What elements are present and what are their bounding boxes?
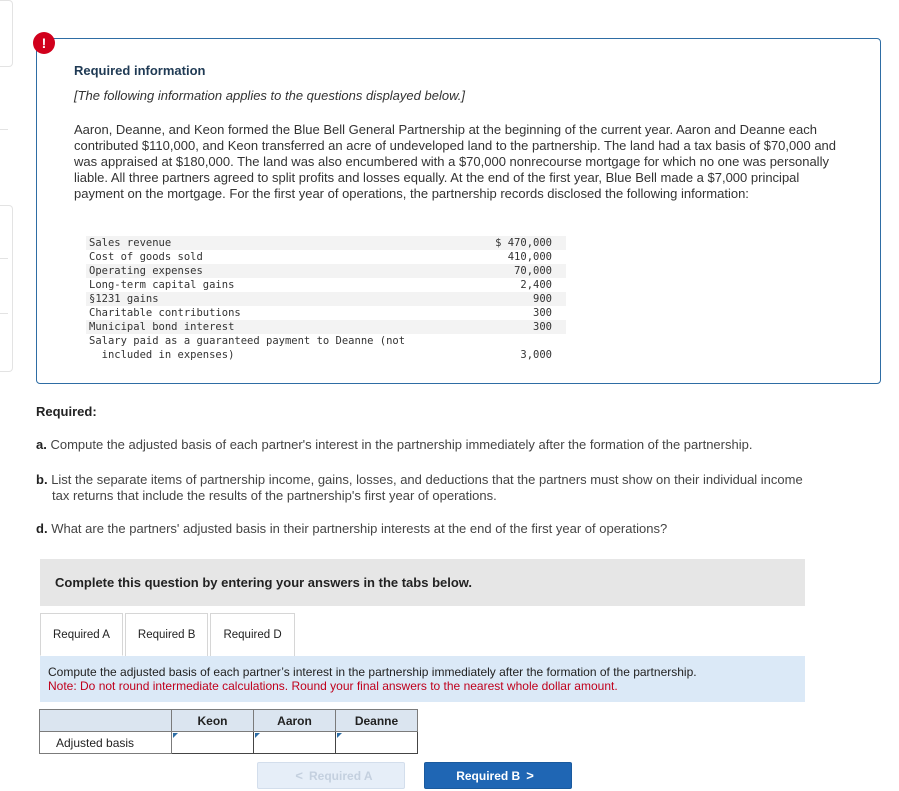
- next-button-label: Required B: [456, 768, 521, 783]
- divider: [0, 129, 8, 130]
- deanne-basis-input[interactable]: [336, 732, 417, 753]
- header-blank: [39, 709, 172, 732]
- header-keon: Keon: [171, 709, 254, 732]
- deanne-basis-cell: [335, 731, 418, 754]
- table-row: Charitable contributions 300: [86, 306, 566, 320]
- table-row: Operating expenses 70,000: [86, 264, 566, 278]
- row-value: 2,400: [520, 279, 552, 291]
- tab-bar: Required A Required B Required D: [40, 613, 297, 656]
- requirement-text: List the separate items of partnership i…: [51, 472, 803, 487]
- row-value: 3,000: [520, 349, 552, 361]
- table-header-row: Keon Aaron Deanne: [39, 709, 418, 732]
- table-row: Municipal bond interest 300: [86, 320, 566, 334]
- table-row: Salary paid as a guaranteed payment to D…: [86, 334, 566, 362]
- row-label: §1231 gains: [89, 293, 159, 305]
- keon-basis-cell: [171, 731, 254, 754]
- tab-required-d[interactable]: Required D: [210, 613, 295, 656]
- left-edge-frame: [0, 0, 13, 67]
- row-value: 300: [533, 307, 552, 319]
- row-label: Salary paid as a guaranteed payment to D…: [89, 335, 406, 361]
- row-value: 410,000: [507, 251, 552, 263]
- question-panel: Compute the adjusted basis of each partn…: [40, 656, 805, 702]
- row-label: Long-term capital gains: [89, 279, 235, 291]
- row-value: 300: [533, 321, 552, 333]
- tab-required-b[interactable]: Required B: [124, 613, 209, 656]
- aaron-basis-cell: [253, 731, 336, 754]
- row-label: Municipal bond interest: [89, 321, 235, 333]
- required-heading: Required:: [36, 404, 97, 419]
- previous-button-label: Required A: [309, 768, 373, 783]
- panel-question: Compute the adjusted basis of each partn…: [48, 665, 697, 679]
- chevron-right-icon: >: [526, 768, 534, 783]
- row-value: 70,000: [514, 265, 552, 277]
- info-title: Required information: [74, 63, 206, 78]
- instructions-bar: Complete this question by entering your …: [40, 559, 805, 606]
- row-value: $ 470,000: [495, 237, 552, 249]
- tab-required-a[interactable]: Required A: [40, 613, 123, 656]
- answer-table: Keon Aaron Deanne Adjusted basis: [39, 709, 418, 754]
- left-edge-frame: [0, 205, 13, 372]
- row-label: Sales revenue: [89, 237, 172, 249]
- header-deanne: Deanne: [335, 709, 418, 732]
- table-row: §1231 gains 900: [86, 292, 566, 306]
- row-label: Cost of goods sold: [89, 251, 203, 263]
- input-flag-icon: [255, 733, 260, 738]
- requirement-text-cont: tax returns that include the results of …: [52, 488, 497, 503]
- requirement-b: b. List the separate items of partnershi…: [36, 472, 881, 504]
- input-flag-icon: [173, 733, 178, 738]
- table-row: Sales revenue $ 470,000: [86, 236, 566, 250]
- requirement-text: Compute the adjusted basis of each partn…: [50, 437, 753, 452]
- chevron-left-icon: <: [295, 768, 304, 783]
- table-row: Cost of goods sold 410,000: [86, 250, 566, 264]
- requirement-prefix: d.: [36, 521, 48, 536]
- requirement-prefix: b.: [36, 472, 48, 487]
- divider: [0, 258, 8, 259]
- header-aaron: Aaron: [253, 709, 336, 732]
- requirement-a: a. Compute the adjusted basis of each pa…: [36, 437, 881, 453]
- requirement-d: d. What are the partners' adjusted basis…: [36, 521, 881, 537]
- info-subtitle: [The following information applies to th…: [74, 88, 465, 103]
- input-flag-icon: [337, 733, 342, 738]
- info-paragraph: Aaron, Deanne, and Keon formed the Blue …: [74, 122, 837, 201]
- financial-data-table: Sales revenue $ 470,000 Cost of goods sol…: [86, 236, 566, 362]
- requirement-prefix: a.: [36, 437, 47, 452]
- table-row: Adjusted basis: [39, 731, 418, 754]
- alert-icon: !: [33, 32, 55, 54]
- aaron-basis-input[interactable]: [254, 732, 335, 753]
- table-row: Long-term capital gains 2,400: [86, 278, 566, 292]
- instructions-text: Complete this question by entering your …: [55, 575, 473, 590]
- next-required-button[interactable]: Required B >: [424, 762, 572, 789]
- row-label: Operating expenses: [89, 265, 203, 277]
- requirement-text: What are the partners' adjusted basis in…: [51, 521, 668, 536]
- keon-basis-input[interactable]: [172, 732, 253, 753]
- divider: [0, 313, 8, 314]
- row-label: Charitable contributions: [89, 307, 241, 319]
- row-label-adjusted-basis: Adjusted basis: [39, 731, 172, 754]
- previous-required-button[interactable]: < Required A: [257, 762, 405, 789]
- panel-note: Note: Do not round intermediate calculat…: [48, 679, 618, 693]
- row-value: 900: [533, 293, 552, 305]
